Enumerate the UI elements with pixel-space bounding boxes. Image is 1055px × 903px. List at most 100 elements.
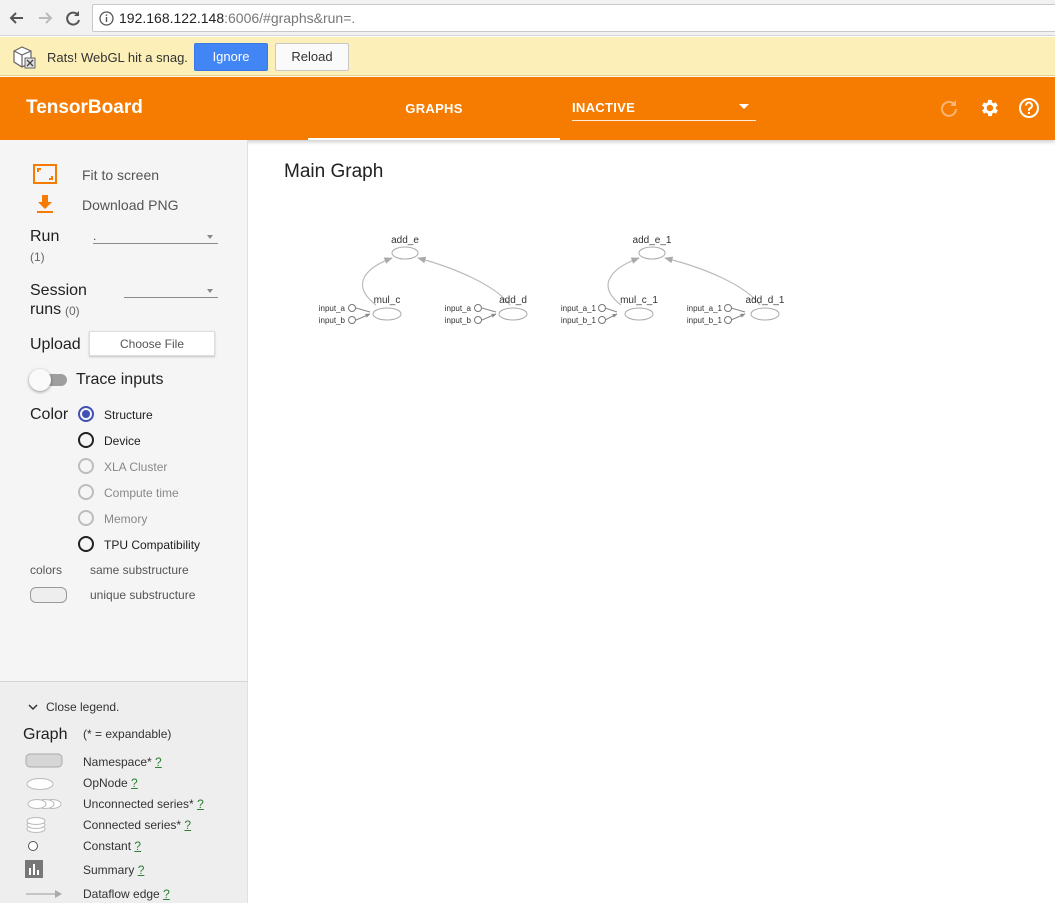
unconnected-series-help-link[interactable]: ? [197,797,204,811]
legend-summary: Summary ? [83,863,145,877]
legend-dataflow-edge: Dataflow edge ? [83,887,170,901]
tab-graphs[interactable]: GRAPHS [308,77,560,140]
connected-series-help-link[interactable]: ? [184,818,191,832]
input-label: input_a [445,304,472,313]
connected-series-icon [26,817,46,833]
reload-button[interactable]: Reload [275,43,349,71]
browser-toolbar: 192.168.122.148:6006/#graphs&run=. [0,0,1055,36]
tensorboard-header: TensorBoard GRAPHS INACTIVE [0,77,1055,140]
radio-tpu-compatibility-label: TPU Compatibility [104,538,201,552]
constant-help-link[interactable]: ? [134,839,141,853]
node-add_e[interactable] [391,246,419,260]
input-edges-add_d [481,307,496,321]
chevron-down-icon [207,235,213,239]
graph-group-right[interactable]: add_e_1 input_a_1 input_b_1 mul_c_1 inpu… [561,235,785,325]
input-label: input_a [319,304,346,313]
legend-expandable-note: (* = expandable) [83,727,172,741]
constant-icon [348,316,356,324]
radio-tpu-compatibility[interactable] [78,536,94,552]
choose-file-button[interactable]: Choose File [89,331,215,356]
radio-xla-cluster[interactable] [78,458,94,474]
fit-to-screen-button[interactable]: Fit to screen [82,167,159,183]
trace-inputs-toggle-knob[interactable] [29,369,51,391]
constant-icon [724,316,732,324]
back-arrow-icon[interactable] [6,7,28,29]
download-png-button[interactable]: Download PNG [82,197,179,213]
colors-label: colors [30,563,63,577]
summary-icon [25,860,43,878]
input-edges-mul_c_1 [604,307,617,321]
session-runs-label: runs [30,301,62,318]
node-mul_c-label: mul_c [374,295,401,306]
legend-connected-series: Connected series* ? [83,818,192,832]
dataflow-edge-icon [26,890,62,898]
plugin-dropdown[interactable]: INACTIVE [572,97,756,121]
radio-device-label: Device [104,434,141,448]
address-bar[interactable]: 192.168.122.148:6006/#graphs&run=. [92,4,1055,32]
settings-gear-icon[interactable] [978,97,1000,119]
node-add_d_1-label: add_d_1 [746,295,785,306]
session-label: Session [30,282,87,299]
run-label: Run [30,228,60,245]
chevron-down-icon [207,289,213,293]
radio-memory[interactable] [78,510,94,526]
opnode-icon [26,778,54,790]
reload-icon[interactable] [62,7,84,29]
refresh-icon[interactable] [938,97,960,119]
chevron-down-icon [739,104,749,109]
upload-label: Upload [30,336,81,353]
radio-compute-time-label: Compute time [104,486,179,500]
radio-structure[interactable] [78,406,94,422]
node-add_e_1-label: add_e_1 [633,235,672,246]
info-icon[interactable] [99,11,114,26]
chevron-down-icon[interactable] [27,701,39,713]
legend-namespace: Namespace* ? [83,755,162,769]
node-mul_c_1-label: mul_c_1 [620,295,658,306]
input-label: input_a_1 [561,304,597,313]
session-count: (0) [65,304,80,318]
radio-memory-label: Memory [104,512,148,526]
app-title: TensorBoard [26,97,143,118]
main-graph-title: Main Graph [284,161,384,182]
webgl-infobar: Rats! WebGL hit a snag. Ignore Reload [0,37,1055,76]
constant-icon [474,304,482,312]
session-select[interactable] [124,297,218,298]
summary-help-link[interactable]: ? [138,863,145,877]
node-add_d[interactable] [498,307,528,321]
dataflow-edge-help-link[interactable]: ? [163,887,170,901]
run-select-value[interactable]: . [93,229,96,243]
namespace-help-link[interactable]: ? [155,755,162,769]
plugin-dropdown-label: INACTIVE [572,100,636,115]
fit-to-screen-icon[interactable] [33,164,57,184]
same-substructure-label: same substructure [90,563,189,577]
constant-icon [348,304,356,312]
tab-graphs-label: GRAPHS [405,101,463,116]
input-edges-mul_c [355,307,370,321]
legend-graph-label: Graph [23,726,68,743]
infobar-message: Rats! WebGL hit a snag. [47,50,188,65]
ignore-button[interactable]: Ignore [194,43,268,71]
run-count: (1) [30,250,45,264]
namespace-icon [25,753,63,768]
node-mul_c_1[interactable] [624,307,654,321]
graph-group-left[interactable]: add_e input_a input_b mul_c input_a inpu… [319,235,528,325]
help-icon[interactable] [1018,97,1040,119]
run-select[interactable] [93,243,218,244]
unconnected-series-icon [27,799,62,809]
constant-icon [598,304,606,312]
forward-arrow-icon[interactable] [34,7,56,29]
node-add_d_1[interactable] [750,307,780,321]
legend-constant: Constant ? [83,839,142,853]
node-add_e-label: add_e [391,235,419,246]
radio-compute-time[interactable] [78,484,94,500]
edge-add_d-add_e [417,256,511,306]
close-legend-link[interactable]: Close legend. [46,700,119,714]
download-icon[interactable] [35,194,55,214]
graph-canvas[interactable]: add_e input_a input_b mul_c input_a inpu… [248,190,1055,350]
unique-substructure-swatch [30,587,67,603]
opnode-help-link[interactable]: ? [131,776,138,790]
node-add_e_1[interactable] [638,246,666,260]
radio-device[interactable] [78,432,94,448]
legend-opnode: OpNode ? [83,776,138,790]
node-mul_c[interactable] [372,307,402,321]
